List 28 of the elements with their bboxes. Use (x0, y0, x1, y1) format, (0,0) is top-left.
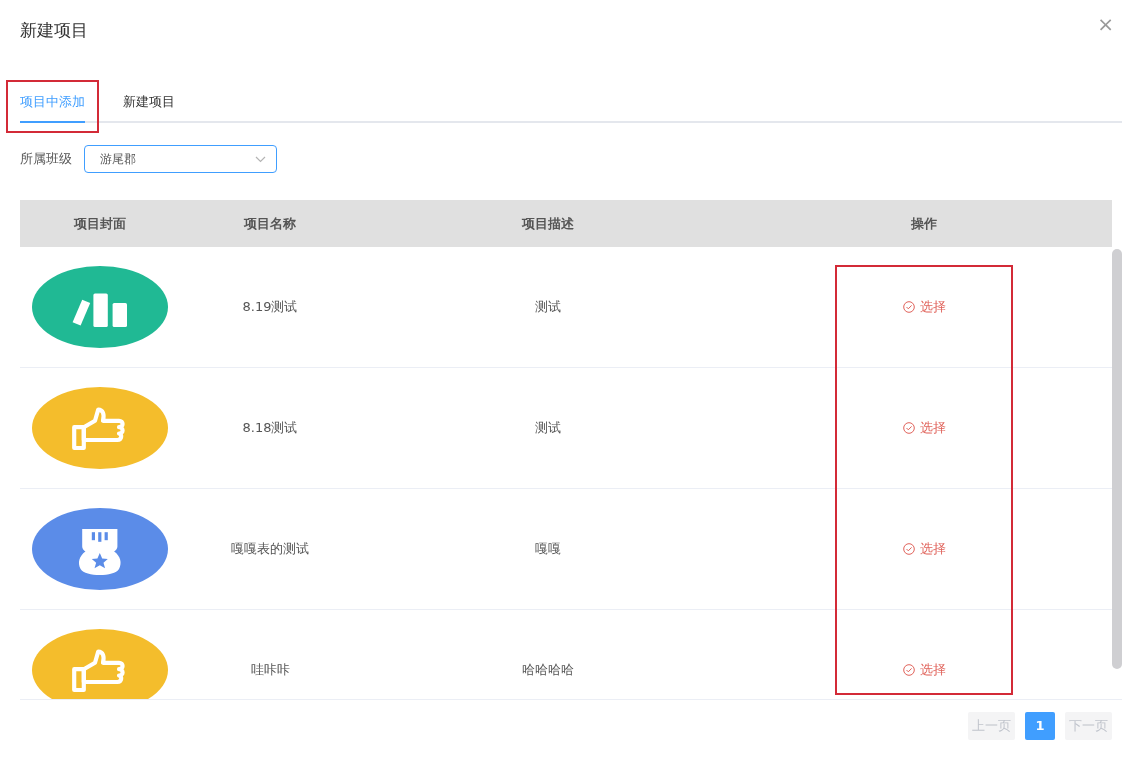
check-circle-icon (902, 301, 915, 313)
column-header: 项目描述 (520, 214, 575, 233)
check-circle-icon (902, 422, 915, 434)
project-description: 测试 (535, 298, 561, 317)
dialog-title: 新建项目 (20, 20, 88, 42)
project-name: 嘎嘎表的测试 (231, 540, 309, 559)
close-button[interactable]: × (1097, 14, 1114, 34)
page-button[interactable]: 1 (1025, 712, 1055, 740)
project-description: 哈哈哈哈 (522, 661, 574, 680)
filter-label: 所属班级 (20, 150, 72, 169)
select-link[interactable]: 选择 (902, 660, 946, 680)
check-circle-icon (902, 543, 915, 555)
project-name: 8.19测试 (242, 298, 298, 317)
select-link[interactable]: 选择 (902, 418, 946, 438)
column-header: 操作 (910, 214, 938, 233)
select-link[interactable]: 选择 (902, 297, 946, 317)
tab[interactable]: 项目中添加 (20, 91, 85, 123)
project-description: 嘎嘎 (535, 540, 561, 559)
chevron-down-icon (255, 155, 266, 163)
column-header: 项目名称 (242, 214, 297, 233)
column-header: 项目封面 (72, 214, 127, 233)
project-description: 测试 (535, 419, 561, 438)
class-select[interactable]: 游尾郡 (84, 145, 277, 173)
select-link[interactable]: 选择 (902, 539, 946, 559)
check-circle-icon (902, 664, 915, 676)
tab[interactable]: 新建项目 (123, 91, 175, 123)
project-name: 哇咔咔 (250, 661, 290, 680)
project-name: 8.18测试 (242, 419, 298, 438)
